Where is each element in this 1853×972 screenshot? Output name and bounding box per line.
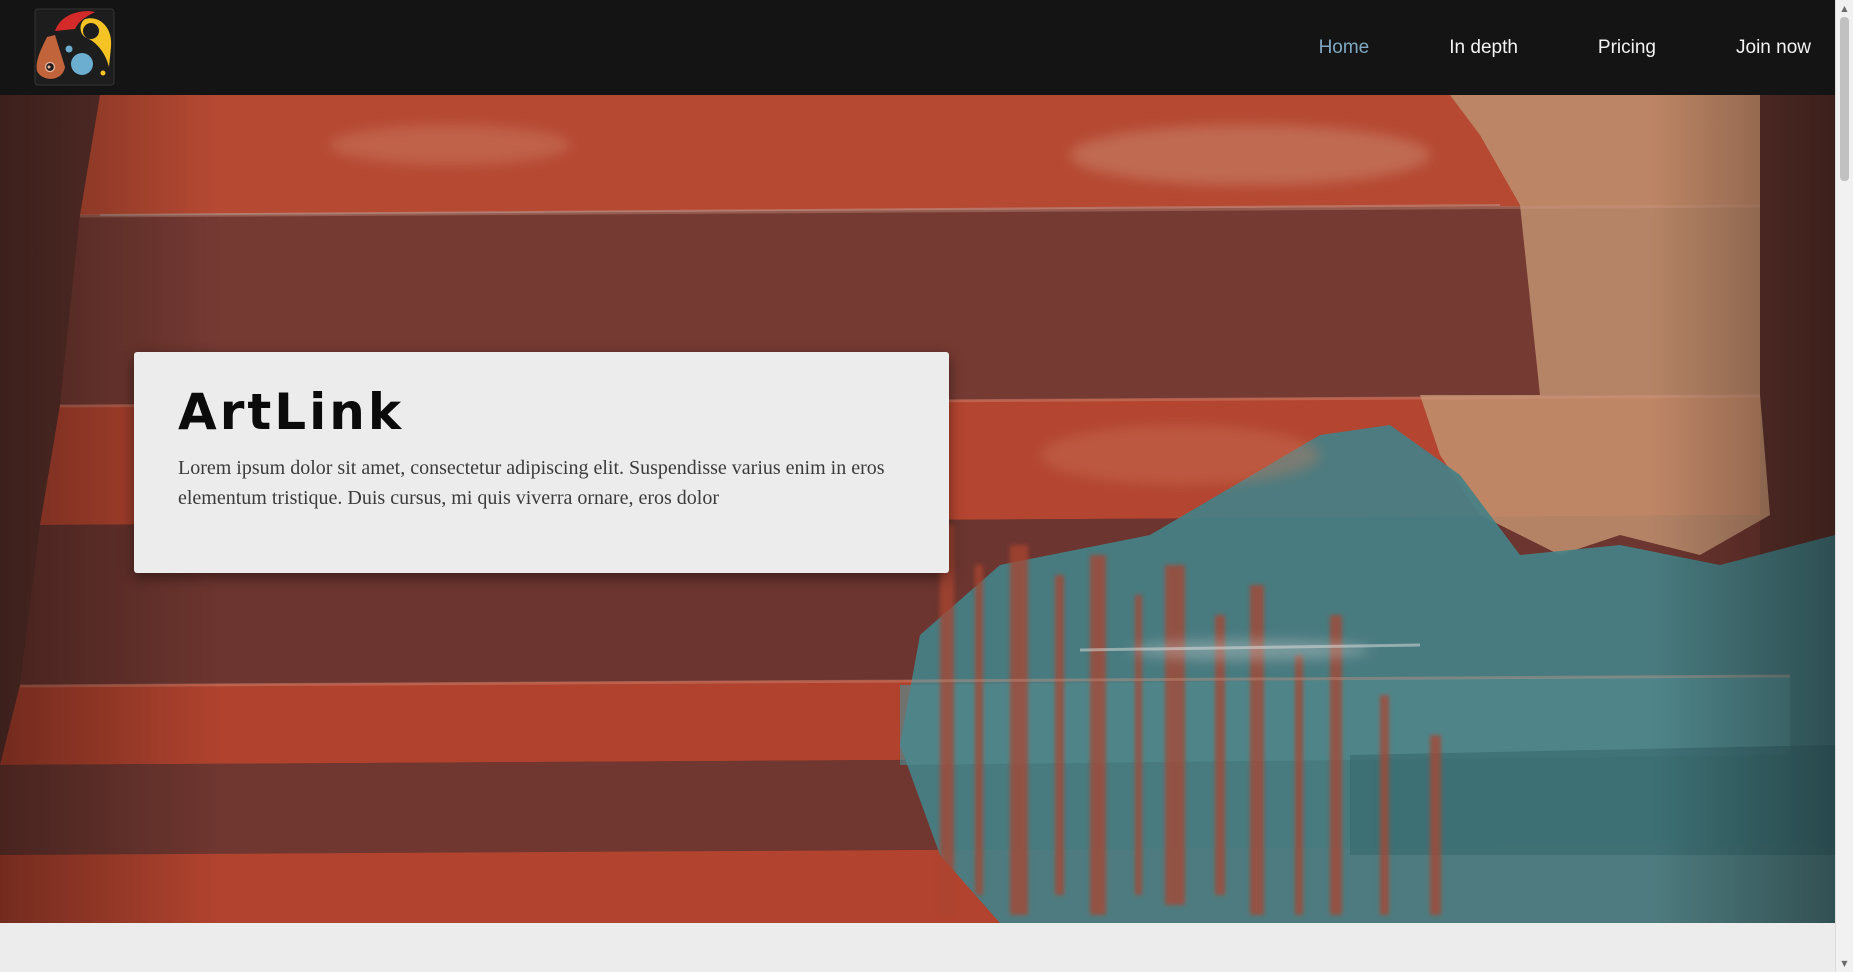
hero-description: Lorem ipsum dolor sit amet, consectetur … xyxy=(178,456,885,509)
scroll-down-arrow-icon[interactable]: ▼ xyxy=(1836,955,1853,972)
nav-link-home[interactable]: Home xyxy=(1319,37,1370,59)
hero-card: ArtLink Lorem ipsum dolor sit amet, cons… xyxy=(134,352,949,573)
artlink-logo-icon[interactable] xyxy=(33,7,116,87)
page: Home In depth Pricing Join now ArtLink L… xyxy=(0,0,1853,972)
scrollbar-thumb[interactable] xyxy=(1840,17,1849,181)
page-scrollbar[interactable]: ▲ ▼ xyxy=(1835,0,1853,972)
hero-section: ArtLink Lorem ipsum dolor sit amet, cons… xyxy=(0,95,1835,923)
main-navigation: Home In depth Pricing Join now xyxy=(1239,0,1811,95)
nav-link-in-depth[interactable]: In depth xyxy=(1449,37,1518,59)
content-section xyxy=(0,923,1835,972)
scroll-up-arrow-icon[interactable]: ▲ xyxy=(1836,0,1853,17)
nav-link-join-now[interactable]: Join now xyxy=(1736,37,1811,59)
nav-link-pricing[interactable]: Pricing xyxy=(1598,37,1656,59)
top-navbar: Home In depth Pricing Join now xyxy=(0,0,1835,95)
hero-title: ArtLink xyxy=(178,383,405,441)
